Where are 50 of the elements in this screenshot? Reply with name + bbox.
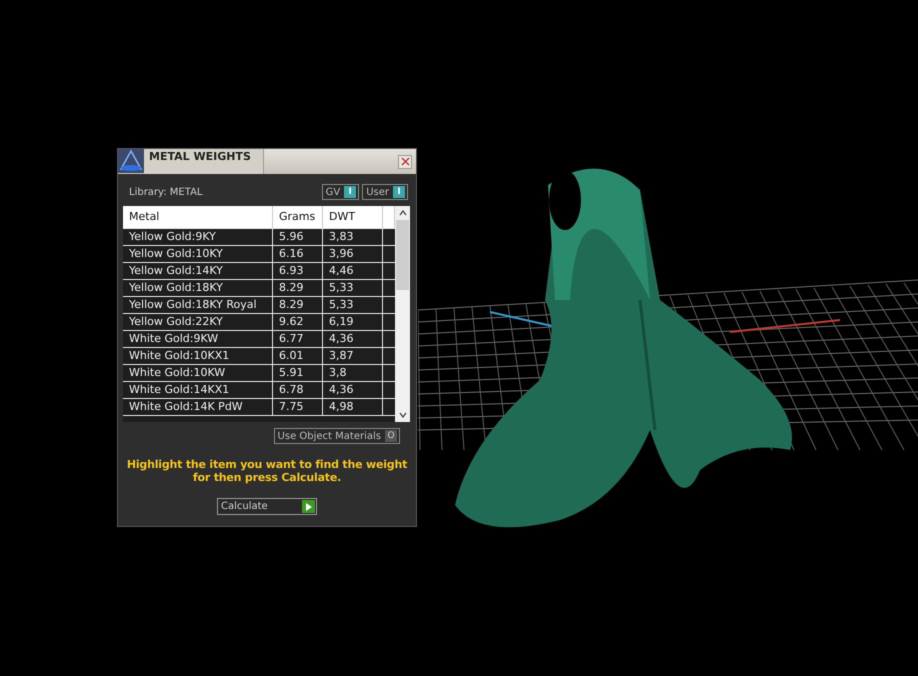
table-cell: 3,8 [323, 365, 383, 381]
table-cell: 4,36 [323, 382, 383, 398]
use-object-materials-toggle[interactable]: Use Object Materials O [274, 428, 400, 444]
table-cell: 8.29 [273, 280, 323, 296]
table-cell: Yellow Gold:22KY [123, 314, 273, 330]
table-cell: 5,33 [323, 297, 383, 313]
table-cell: 5,33 [323, 280, 383, 296]
instruction-text: Highlight the item you want to find the weight for then press Calculate. [126, 458, 408, 484]
table-cell: 6.01 [273, 348, 323, 364]
table-cell: White Gold:10KW [123, 365, 273, 381]
scroll-down-icon[interactable] [398, 412, 406, 418]
table-cell: Yellow Gold:10KY [123, 246, 273, 262]
close-button[interactable] [398, 154, 412, 168]
table-cell: 4,98 [323, 399, 383, 415]
table-cell: 7.75 [273, 399, 323, 415]
table-cell: 3,96 [323, 246, 383, 262]
table-cell: 3,83 [323, 229, 383, 245]
table-cell: 3,87 [323, 348, 383, 364]
scrollbar[interactable] [395, 206, 410, 422]
table-cell: Yellow Gold:14KY [123, 263, 273, 279]
table-cell: 6.16 [273, 246, 323, 262]
library-toggle[interactable]: GV I [322, 184, 360, 200]
table-cell: 9.62 [273, 314, 323, 330]
table-cell: 5.91 [273, 365, 323, 381]
table-cell: White Gold:14K PdW [123, 399, 273, 415]
table-cell: 6.78 [273, 382, 323, 398]
app-logo-icon [118, 149, 144, 173]
scroll-up-icon[interactable] [398, 210, 406, 216]
table-cell: White Gold:14KX1 [123, 382, 273, 398]
library-toggle[interactable]: User I [362, 184, 408, 200]
table-cell: Yellow Gold:9KY [123, 229, 273, 245]
table-cell: 6.93 [273, 263, 323, 279]
column-header[interactable]: Metal [123, 206, 273, 228]
table-cell: White Gold:9KW [123, 331, 273, 347]
table-cell: White Gold:10KX1 [123, 348, 273, 364]
table-cell: 4,46 [323, 263, 383, 279]
close-icon [400, 157, 410, 166]
window-title: METAL WEIGHTS [144, 149, 264, 174]
table-cell: 4,36 [323, 331, 383, 347]
table-cell: 5.96 [273, 229, 323, 245]
column-header[interactable]: Grams [273, 206, 323, 228]
calculate-button[interactable]: Calculate [217, 498, 317, 515]
table-cell: Yellow Gold:18KY [123, 280, 273, 296]
table-cell: Yellow Gold:18KY Royal [123, 297, 273, 313]
play-icon [306, 502, 312, 510]
library-label: Library: METAL [129, 186, 202, 198]
table-cell: 8.29 [273, 297, 323, 313]
column-header[interactable]: DWT [323, 206, 383, 228]
table-cell: 6.77 [273, 331, 323, 347]
table-cell: 6,19 [323, 314, 383, 330]
